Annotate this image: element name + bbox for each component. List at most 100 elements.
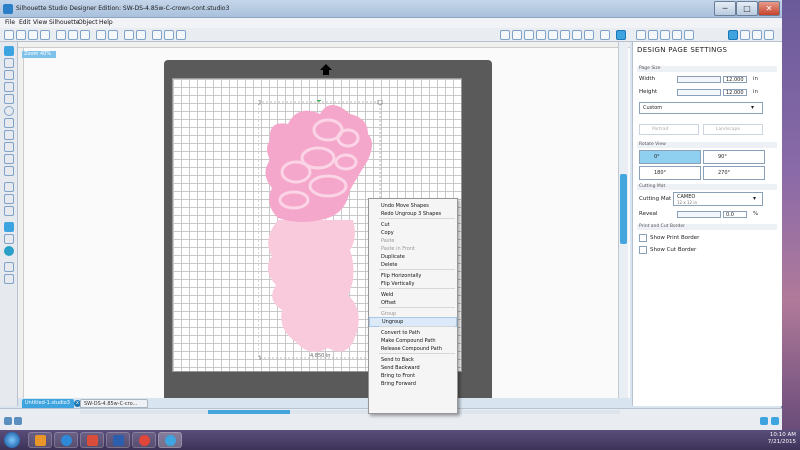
taskbar-outlook[interactable] [28, 432, 52, 448]
select-tool-icon[interactable] [4, 46, 14, 56]
zoom-out-icon[interactable] [164, 30, 174, 40]
width-slider[interactable] [677, 76, 721, 83]
polygon-tool-icon[interactable] [4, 118, 14, 128]
align-icon[interactable] [524, 30, 534, 40]
copy-icon[interactable] [68, 30, 78, 40]
status-tool-icon[interactable] [14, 417, 22, 425]
start-button-icon[interactable] [4, 432, 20, 448]
help-icon[interactable] [771, 417, 779, 425]
cut-settings-icon[interactable] [584, 30, 594, 40]
portrait-option[interactable]: Portrait [639, 124, 699, 135]
landscape-option[interactable]: Landscape [703, 124, 763, 135]
chevron-down-icon[interactable]: ▾ [753, 195, 756, 202]
cutting-mat-select[interactable]: CAMEO 12 x 12 in [673, 192, 763, 206]
height-input[interactable]: 12.000 [723, 89, 747, 96]
taskbar-silhouette[interactable] [158, 432, 182, 448]
rotate-0-option[interactable]: 0° [639, 150, 701, 164]
menu-file[interactable]: File [5, 19, 15, 26]
cut-icon[interactable] [56, 30, 66, 40]
arc-tool-icon[interactable] [4, 142, 14, 152]
height-slider[interactable] [677, 89, 721, 96]
line-color-icon[interactable] [648, 30, 658, 40]
maximize-button[interactable]: □ [736, 1, 758, 16]
width-input[interactable]: 12.000 [723, 76, 747, 83]
offset-icon[interactable] [560, 30, 570, 40]
chevron-down-icon[interactable]: ▾ [751, 104, 754, 111]
zoom-tool-icon[interactable] [4, 234, 14, 244]
taskbar-chrome[interactable] [132, 432, 156, 448]
text-tool-icon[interactable] [4, 182, 14, 192]
print-icon[interactable] [40, 30, 50, 40]
transform-icon[interactable] [684, 30, 694, 40]
modify-icon[interactable] [548, 30, 558, 40]
save-icon[interactable] [28, 30, 38, 40]
menu-edit[interactable]: Edit [19, 19, 31, 26]
points-icon[interactable] [4, 274, 14, 284]
tab-crown-studio[interactable]: SW-DS-4.85w-C-cro... [80, 399, 148, 408]
redo-icon[interactable] [108, 30, 118, 40]
rotate-90-option[interactable]: 90° [703, 150, 765, 164]
eraser-tool-icon[interactable] [4, 194, 14, 204]
rectangle-tool-icon[interactable] [4, 82, 14, 92]
trace-icon[interactable] [572, 30, 582, 40]
curve-tool-icon[interactable] [4, 130, 14, 140]
close-button[interactable]: ✕ [758, 1, 780, 16]
trash-icon[interactable] [4, 417, 12, 425]
zoom-fit-icon[interactable] [176, 30, 186, 40]
fill-color-icon[interactable] [636, 30, 646, 40]
page-size-select[interactable]: Custom [639, 102, 763, 114]
send-to-silhouette-icon[interactable] [600, 30, 610, 40]
context-item-bring-forward[interactable]: Bring Forward [369, 379, 457, 389]
undo-icon[interactable] [96, 30, 106, 40]
page-setup-icon[interactable] [500, 30, 510, 40]
zoom-in-icon[interactable] [152, 30, 162, 40]
library-icon[interactable] [740, 30, 750, 40]
horizontal-scrollbar[interactable] [80, 410, 620, 414]
tab-untitled-1[interactable]: Untitled-1.studio3 x [22, 399, 81, 408]
reveal-slider[interactable] [677, 211, 721, 218]
taskbar-ie[interactable] [54, 432, 78, 448]
menu-object[interactable]: Object [78, 19, 98, 26]
pan-tool-icon[interactable] [4, 222, 14, 232]
rotate-270-option[interactable]: 270° [703, 166, 765, 180]
replicate-icon[interactable] [536, 30, 546, 40]
vertical-scroll-thumb[interactable] [620, 174, 627, 244]
dress-shape[interactable] [267, 220, 359, 352]
paste-icon[interactable] [80, 30, 90, 40]
design-page-settings-icon[interactable] [616, 30, 626, 40]
horizontal-scroll-thumb[interactable] [208, 410, 290, 414]
grid-icon[interactable] [512, 30, 522, 40]
store-icon[interactable] [752, 30, 762, 40]
canvas-workspace[interactable]: Zoom 40% 4.850 in [18, 42, 630, 412]
taskbar-word[interactable] [106, 432, 130, 448]
menu-help[interactable]: Help [99, 19, 113, 26]
rounded-rect-tool-icon[interactable] [4, 94, 14, 104]
reveal-input[interactable]: 0.0 [723, 211, 747, 218]
minimize-button[interactable]: ─ [714, 1, 736, 16]
ungroup-icon[interactable] [136, 30, 146, 40]
page-settings-active-icon[interactable] [728, 30, 738, 40]
menu-silhouette[interactable]: Silhouette [49, 19, 80, 26]
group-icon[interactable] [124, 30, 134, 40]
show-cut-border-checkbox[interactable] [639, 246, 647, 254]
layers-icon[interactable] [4, 262, 14, 272]
show-print-border-checkbox[interactable] [639, 234, 647, 242]
rotate-handle[interactable] [316, 100, 322, 102]
smooth-freehand-icon[interactable] [4, 166, 14, 176]
ellipse-tool-icon[interactable] [4, 106, 14, 116]
line-tool-icon[interactable] [4, 70, 14, 80]
edit-points-icon[interactable] [4, 58, 14, 68]
new-icon[interactable] [4, 30, 14, 40]
text-style-icon[interactable] [672, 30, 682, 40]
vertical-scrollbar[interactable] [618, 42, 628, 406]
knife-tool-icon[interactable] [4, 206, 14, 216]
system-clock[interactable]: 10:10 AM 7/21/2015 [760, 432, 796, 446]
rotate-180-option[interactable]: 180° [639, 166, 701, 180]
line-style-icon[interactable] [660, 30, 670, 40]
library-tool-icon[interactable] [4, 246, 14, 256]
taskbar-apps[interactable] [80, 432, 104, 448]
settings-gear-icon[interactable] [760, 417, 768, 425]
freehand-tool-icon[interactable] [4, 154, 14, 164]
open-icon[interactable] [16, 30, 26, 40]
send-icon[interactable] [764, 30, 774, 40]
